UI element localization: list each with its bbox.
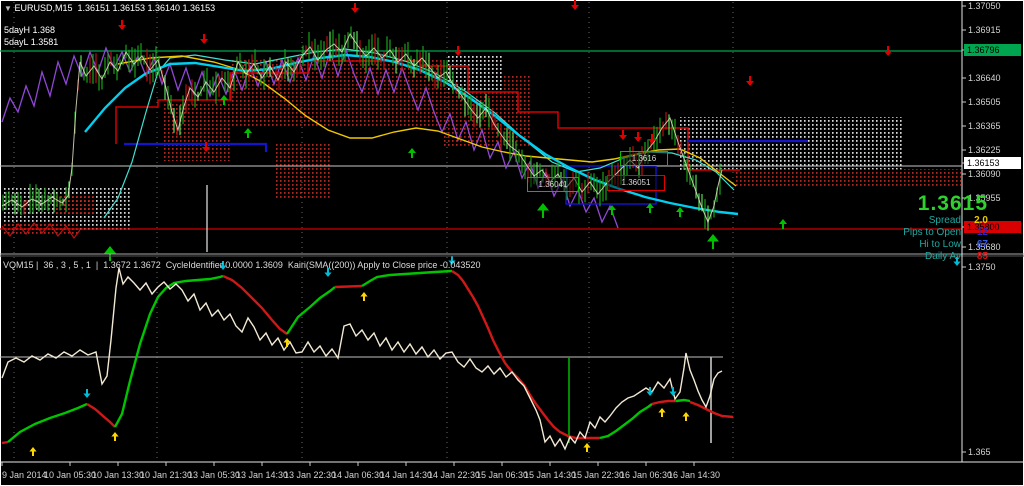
buy-signal-arrow-icon xyxy=(537,203,549,218)
red-dotted-cloud xyxy=(735,169,961,186)
sell-signal-arrow-icon xyxy=(619,130,627,140)
chart-canvas[interactable] xyxy=(0,0,1024,486)
quote-info-label: Spread xyxy=(928,215,961,226)
trade-price-tag: 1.36051 xyxy=(607,175,665,191)
red-dotted-cloud xyxy=(56,194,94,216)
chart-dropdown-icon[interactable]: ▼ xyxy=(4,4,12,13)
buy-signal-arrow-icon xyxy=(283,338,291,347)
buy-signal-arrow-icon xyxy=(244,128,252,138)
buy-signal-arrow-icon xyxy=(707,234,719,249)
chart-line xyxy=(599,403,653,440)
chart-line xyxy=(334,284,363,289)
chart-line xyxy=(651,399,676,406)
price-marker-box: 1.36153 xyxy=(964,157,1021,169)
sell-signal-arrow-icon xyxy=(454,46,462,56)
buy-signal-arrow-icon xyxy=(676,207,684,217)
price-axis-label: 1.36090 xyxy=(968,169,1001,179)
chart-line xyxy=(675,398,691,403)
quote-info-row: Hi to Low 67 xyxy=(903,239,988,251)
price-marker-box: 1.36796 xyxy=(964,44,1021,56)
quote-info-value: 85 xyxy=(976,251,988,262)
chart-line xyxy=(451,270,600,440)
quote-info-row: Pips to Open 12 xyxy=(903,227,988,239)
price-axis-label: 1.36365 xyxy=(968,121,1001,131)
sell-signal-arrow-icon xyxy=(200,34,208,44)
quote-info-row: Spread 2.0 xyxy=(903,215,988,227)
buy-signal-arrow-icon xyxy=(682,412,690,421)
quote-info-row: Daily Av 85 xyxy=(903,251,988,263)
price-axis-label: 1.36915 xyxy=(968,25,1001,35)
quote-info-value: 12 xyxy=(976,227,988,238)
sell-signal-arrow-icon xyxy=(83,389,91,398)
sell-signal-arrow-icon xyxy=(634,132,642,142)
chart-line xyxy=(7,402,88,443)
sell-signal-arrow-icon xyxy=(648,134,656,144)
chart-line xyxy=(113,274,224,428)
indicator-axis-label: 1.365 xyxy=(968,447,991,457)
quote-info-value: 67 xyxy=(976,239,988,250)
chart-line xyxy=(285,286,336,335)
sell-signal-arrow-icon xyxy=(571,0,579,10)
sell-signal-arrow-icon xyxy=(884,46,892,56)
white-dotted-cloud xyxy=(680,117,902,172)
sell-signal-arrow-icon xyxy=(669,387,677,396)
buy-signal-arrow-icon xyxy=(583,443,591,452)
quote-info-label: Hi to Low xyxy=(919,239,961,250)
current-price-display: 1.3615 xyxy=(917,192,988,215)
buy-signal-arrow-icon xyxy=(408,148,416,158)
quote-info-label: Pips to Open xyxy=(903,227,961,238)
five-day-high-label: 5dayH 1.368 xyxy=(4,25,56,35)
symbol-ohlc-line: ▼ EURUSD,M15 1.36151 1.36153 1.36140 1.3… xyxy=(4,3,215,13)
price-axis-label: 1.36505 xyxy=(968,97,1001,107)
quote-info-panel: 1.3615 Spread 2.0 Pips to Open 12 Hi to Low 6… xyxy=(903,193,988,263)
quote-info-label: Daily Av xyxy=(925,251,961,262)
mt4-chart-window[interactable]: ▼ EURUSD,M15 1.36151 1.36153 1.36140 1.3… xyxy=(0,0,1024,486)
chart-line xyxy=(86,402,116,428)
sell-signal-arrow-icon xyxy=(118,20,126,30)
price-axis-label: 1.37050 xyxy=(968,1,1001,11)
symbol-ohlc-text: EURUSD,M15 1.36151 1.36153 1.36140 1.361… xyxy=(14,3,216,13)
price-axis-label: 1.36640 xyxy=(968,73,1001,83)
trade-price-tag: 1.36041 xyxy=(527,177,579,192)
indicator-window-header: VQM15 | 36 , 3 , 5 , 1 | 1.3672 1.3672 C… xyxy=(3,260,481,270)
chart-line xyxy=(361,269,453,288)
trade-price-tag: 1.3616 xyxy=(620,151,668,166)
buy-signal-arrow-icon xyxy=(779,219,787,229)
five-day-low-label: 5dayL 1.3581 xyxy=(4,37,59,47)
buy-signal-arrow-icon xyxy=(658,408,666,417)
red-dotted-cloud xyxy=(276,144,332,200)
chart-line xyxy=(222,274,288,335)
sell-signal-arrow-icon xyxy=(746,76,754,86)
buy-signal-arrow-icon xyxy=(111,432,119,441)
price-axis-label: 1.36225 xyxy=(968,145,1001,155)
chart-line xyxy=(1,440,9,445)
buy-signal-arrow-icon xyxy=(360,292,368,301)
quote-info-value: 2.0 xyxy=(974,215,988,226)
buy-signal-arrow-icon xyxy=(29,447,37,456)
indicator-axis-label: 1.3750 xyxy=(968,262,996,272)
sell-signal-arrow-icon xyxy=(351,3,359,13)
